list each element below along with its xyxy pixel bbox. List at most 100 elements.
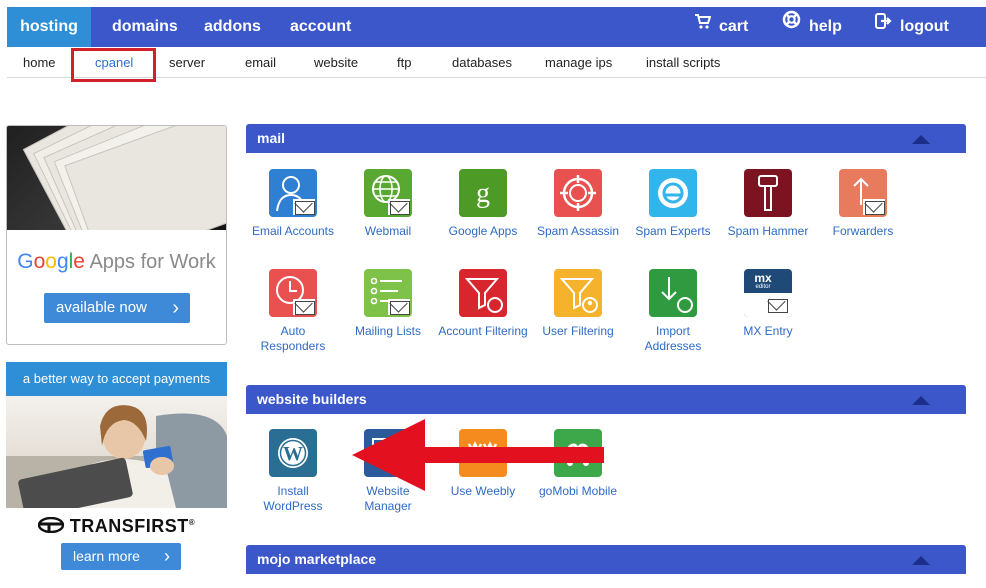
topnav-hosting[interactable]: hosting bbox=[7, 7, 91, 47]
weebly-icon bbox=[459, 429, 507, 477]
svg-text:g: g bbox=[476, 178, 490, 209]
mx-entry-icon: mx editor bbox=[744, 269, 792, 317]
subnav-home[interactable]: home bbox=[23, 47, 56, 78]
google-apps-heading: Google Apps for Work bbox=[7, 250, 226, 274]
app-import-addresses[interactable]: Import Addresses bbox=[628, 269, 718, 354]
subnav-ftp[interactable]: ftp bbox=[397, 47, 411, 78]
payments-ad-header: a better way to accept payments bbox=[6, 362, 227, 396]
app-label: Google Apps bbox=[448, 224, 518, 238]
subnav-manage-ips[interactable]: manage ips bbox=[545, 47, 612, 78]
topnav-logout[interactable]: logout bbox=[875, 7, 949, 47]
paper-stack-image bbox=[7, 126, 226, 230]
app-label: Email Accounts bbox=[251, 224, 335, 238]
app-spam-hammer[interactable]: Spam Hammer bbox=[723, 169, 813, 239]
globe-mail-icon bbox=[364, 169, 412, 217]
app-label: goMobi Mobile bbox=[538, 484, 618, 498]
logout-icon bbox=[875, 5, 892, 45]
topnav-domains[interactable]: domains bbox=[112, 7, 178, 47]
help-label: help bbox=[809, 18, 842, 36]
transfirst-logo: TRANSFIRST® bbox=[6, 516, 227, 538]
website-builders-section-title: website builders bbox=[257, 391, 367, 407]
chevron-right-icon: › bbox=[164, 546, 170, 566]
google-apps-tagline: Apps for Work bbox=[84, 251, 216, 273]
available-now-button[interactable]: available now › bbox=[44, 293, 190, 323]
app-email-accounts[interactable]: Email Accounts bbox=[248, 169, 338, 239]
crosshair-icon bbox=[554, 169, 602, 217]
transfirst-registered-mark: ® bbox=[188, 518, 196, 527]
transfirst-brand: TRANSFIRST bbox=[69, 516, 189, 536]
mx-text: mx bbox=[754, 271, 772, 285]
google-apps-ad[interactable]: Google Apps for Work available now › bbox=[6, 125, 227, 345]
app-label: MX Entry bbox=[743, 324, 793, 338]
app-account-filtering[interactable]: Account Filtering bbox=[438, 269, 528, 339]
collapse-triangle-icon[interactable] bbox=[912, 396, 930, 405]
top-navigation-bar: hosting domains addons account cart help… bbox=[7, 7, 986, 47]
cpanel-highlight-box bbox=[71, 48, 156, 82]
subnav-databases[interactable]: databases bbox=[452, 47, 512, 78]
svg-text:W: W bbox=[283, 443, 303, 465]
lifebuoy-icon bbox=[782, 5, 801, 45]
collapse-triangle-icon[interactable] bbox=[912, 135, 930, 144]
hammer-icon bbox=[744, 169, 792, 217]
gomobi-icon bbox=[554, 429, 602, 477]
app-webmail[interactable]: Webmail bbox=[343, 169, 433, 239]
user-mail-icon bbox=[269, 169, 317, 217]
app-label: Spam Hammer bbox=[727, 224, 809, 238]
app-label: Spam Experts bbox=[635, 224, 711, 238]
transfirst-mark-icon bbox=[37, 516, 64, 538]
app-spam-experts[interactable]: Spam Experts bbox=[628, 169, 718, 239]
app-spam-assassin[interactable]: Spam Assassin bbox=[533, 169, 623, 239]
topnav-addons[interactable]: addons bbox=[204, 7, 261, 47]
app-auto-responders[interactable]: Auto Responders bbox=[248, 269, 338, 354]
app-gomobi-mobile[interactable]: goMobi Mobile bbox=[533, 429, 623, 499]
app-forwarders[interactable]: Forwarders bbox=[818, 169, 908, 239]
wordpress-icon: W bbox=[269, 429, 317, 477]
transfirst-payments-ad[interactable]: a better way to accept payments TRANSFIR… bbox=[6, 362, 227, 574]
chevron-right-icon: › bbox=[172, 297, 179, 319]
app-mailing-lists[interactable]: Mailing Lists bbox=[343, 269, 433, 339]
app-website-manager[interactable]: Website Manager bbox=[343, 429, 433, 514]
subnav-install-scripts[interactable]: install scripts bbox=[646, 47, 720, 78]
mojo-marketplace-section-header[interactable]: mojo marketplace bbox=[246, 545, 966, 574]
app-label: Auto Responders bbox=[260, 324, 326, 353]
website-builders-section-header[interactable]: website builders bbox=[246, 385, 966, 414]
learn-more-button[interactable]: learn more › bbox=[61, 543, 181, 570]
mx-editor-text: editor bbox=[755, 284, 771, 290]
cart-icon bbox=[694, 5, 712, 45]
mail-section-title: mail bbox=[257, 130, 286, 146]
mail-section-header[interactable]: mail bbox=[246, 124, 966, 153]
available-now-label: available now bbox=[56, 299, 147, 316]
topnav-help[interactable]: help bbox=[782, 7, 842, 47]
app-mx-entry[interactable]: mx editor MX Entry bbox=[723, 269, 813, 339]
app-label: Mailing Lists bbox=[354, 324, 422, 338]
subnav-server[interactable]: server bbox=[169, 47, 205, 78]
app-label: Webmail bbox=[364, 224, 412, 238]
user-filter-icon bbox=[554, 269, 602, 317]
subnav-website[interactable]: website bbox=[314, 47, 358, 78]
woman-with-tablet-image bbox=[6, 396, 227, 508]
app-label: Website Manager bbox=[364, 484, 412, 513]
google-logo: Google bbox=[17, 250, 85, 273]
app-use-weebly[interactable]: Use Weebly bbox=[438, 429, 528, 499]
app-user-filtering[interactable]: User Filtering bbox=[533, 269, 623, 339]
clock-mail-icon bbox=[269, 269, 317, 317]
app-label: Account Filtering bbox=[438, 324, 528, 338]
topnav-cart[interactable]: cart bbox=[694, 7, 748, 47]
logout-label: logout bbox=[900, 18, 949, 36]
collapse-triangle-icon[interactable] bbox=[912, 556, 930, 565]
app-install-wordpress[interactable]: W Install WordPress bbox=[248, 429, 338, 514]
spam-experts-icon bbox=[649, 169, 697, 217]
google-g-icon: g bbox=[459, 169, 507, 217]
app-label: Import Addresses bbox=[644, 324, 702, 353]
learn-more-label: learn more bbox=[73, 548, 140, 564]
cart-label: cart bbox=[719, 18, 749, 36]
app-google-apps[interactable]: g Google Apps bbox=[438, 169, 528, 239]
website-manager-icon bbox=[364, 429, 412, 477]
mojo-marketplace-section-title: mojo marketplace bbox=[257, 551, 377, 567]
app-label: User Filtering bbox=[542, 324, 614, 338]
topnav-account[interactable]: account bbox=[290, 7, 351, 47]
app-label: Use Weebly bbox=[450, 484, 516, 498]
app-label: Forwarders bbox=[832, 224, 894, 238]
app-label: Spam Assassin bbox=[536, 224, 620, 238]
subnav-email[interactable]: email bbox=[245, 47, 276, 78]
